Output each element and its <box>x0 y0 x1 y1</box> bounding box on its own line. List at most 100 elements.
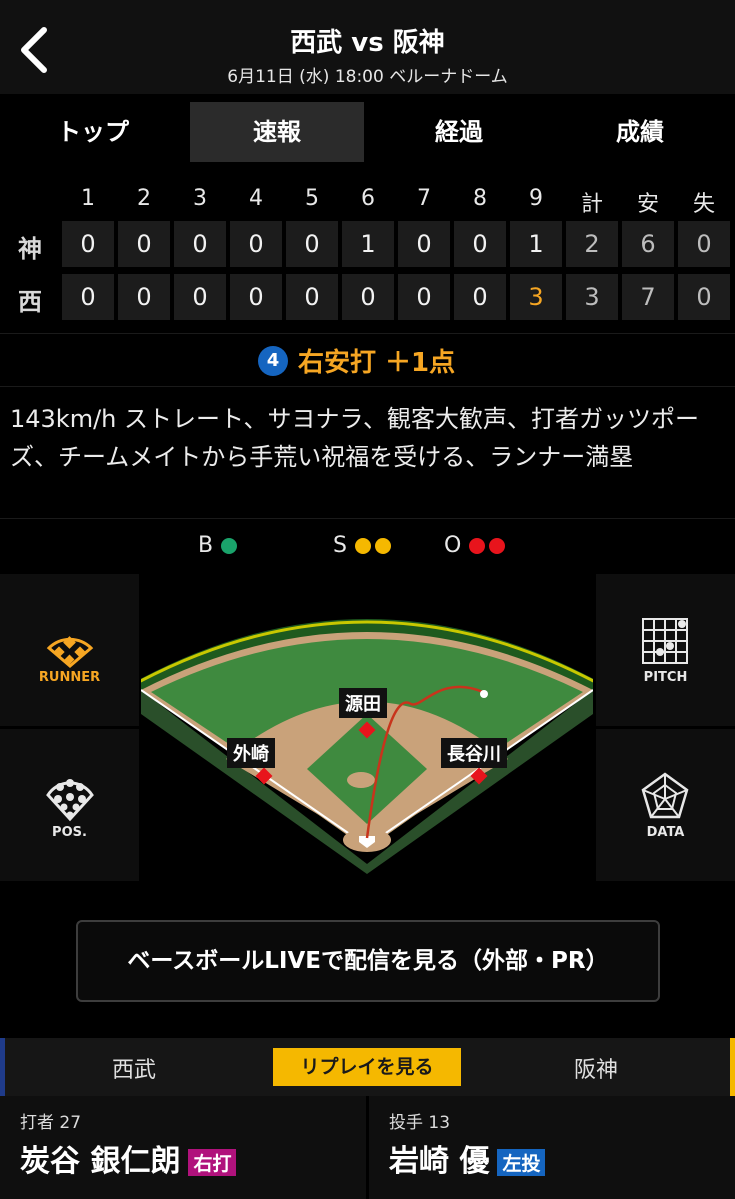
scoreboard-inning-cell: 3 <box>510 274 562 320</box>
ball-count: B S O <box>0 518 735 574</box>
play-result: 4 右安打 ＋1点 <box>0 333 735 387</box>
scoreboard-column-header: 計 <box>580 192 603 217</box>
scoreboard-inning-cell: 0 <box>62 274 114 320</box>
play-description: 143km/h ストレート、サヨナラ、観客大歓声、打者ガッツポーズ、チームメイト… <box>10 405 700 471</box>
batter-hand-badge: 右打 <box>188 1149 237 1176</box>
data-label: DATA <box>646 825 685 840</box>
strike-dots <box>354 537 391 554</box>
out-dot <box>489 537 506 554</box>
strike-dot <box>354 537 371 554</box>
positions-label: POS. <box>52 825 87 840</box>
strike-dot <box>374 537 391 554</box>
scoreboard-inning-cell: 0 <box>286 221 338 267</box>
scoreboard-inning-cell: 1 <box>510 221 562 267</box>
strike-count-indicator: S <box>333 533 391 558</box>
tab-progress[interactable]: 経過 <box>372 102 546 162</box>
batter-name-row: 炭谷 銀仁朗 右打 <box>20 1136 237 1180</box>
teams-bar: 西武 リプレイを見る 阪神 <box>0 1038 735 1096</box>
ball-dot <box>221 537 238 554</box>
replay-button[interactable]: リプレイを見る <box>273 1048 461 1086</box>
batter-role: 打者 27 <box>20 1113 82 1133</box>
play-result-text: 右安打 ＋1点 <box>298 348 456 378</box>
field-diagram <box>141 619 593 882</box>
seibu-color-strip <box>0 1038 5 1096</box>
pitcher-role: 投手 13 <box>389 1113 451 1133</box>
scoreboard-inning-cell: 1 <box>342 221 394 267</box>
scoreboard-total-cell: 2 <box>566 221 618 267</box>
scoreboard-inning-cell: 0 <box>342 274 394 320</box>
runner-diamond-icon <box>46 636 94 668</box>
scoreboard-inning-cell: 0 <box>230 221 282 267</box>
out-count-indicator: O <box>444 533 506 558</box>
tab-live[interactable]: 速報 <box>190 102 364 162</box>
scoreboard-column-header: 3 <box>193 186 207 211</box>
pitcher-hand-badge: 左投 <box>497 1149 546 1176</box>
scoreboard-column-header: 2 <box>137 186 151 211</box>
pitch-button[interactable]: PITCH <box>596 574 735 726</box>
out-dot <box>469 537 486 554</box>
scoreboard-inning-cell: 0 <box>174 221 226 267</box>
scoreboard-inning-cell: 0 <box>118 274 170 320</box>
ball-label: B <box>198 533 214 558</box>
team-right-hanshin[interactable]: 阪神 <box>574 1052 618 1084</box>
runner-button[interactable]: RUNNER <box>0 574 139 726</box>
scoreboard-column-header: 5 <box>305 186 319 211</box>
scoreboard-column-header: 安 <box>636 192 659 217</box>
pitcher-name-row: 岩崎 優左投 <box>389 1136 546 1180</box>
scoreboard-column-header: 6 <box>361 186 375 211</box>
runner-third-name: 外崎 <box>227 738 275 768</box>
watch-live-stream-button[interactable]: ベースボールLIVEで配信を見る（外部・PR） <box>76 920 660 1002</box>
scoreboard-inning-cell: 0 <box>398 221 450 267</box>
scoreboard-inning-cell: 0 <box>62 221 114 267</box>
scoreboard-column-header: 4 <box>249 186 263 211</box>
play-number-badge: 4 <box>258 346 288 376</box>
game-subtitle: 6月11日 (水) 18:00 ベルーナドーム <box>227 67 508 87</box>
scoreboard-inning-cell: 0 <box>454 221 506 267</box>
tab-bar: トップ 速報 経過 成績 <box>0 94 735 170</box>
scoreboard-column-header: 8 <box>473 186 487 211</box>
data-button[interactable]: DATA <box>596 729 735 881</box>
scoreboard-inning-cell: 0 <box>230 274 282 320</box>
scoreboard-total-cell: 0 <box>678 221 730 267</box>
scoreboard-inning-cell: 0 <box>398 274 450 320</box>
radar-chart-icon <box>641 772 689 819</box>
runner-second-name: 源田 <box>339 688 387 718</box>
batter-card[interactable]: 打者 27 炭谷 銀仁朗 右打 <box>0 1096 366 1199</box>
runner-label: RUNNER <box>38 670 101 685</box>
scoreboard-inning-cell: 0 <box>286 274 338 320</box>
team-left-seibu[interactable]: 西武 <box>112 1052 156 1084</box>
hanshin-color-strip <box>730 1038 735 1096</box>
tab-stats[interactable]: 成績 <box>553 102 727 162</box>
scoreboard-total-cell: 0 <box>678 274 730 320</box>
field-area: RUNNER POS. PITCH DATA 源田 外崎 長谷川 <box>0 574 735 882</box>
strike-label: S <box>333 533 347 558</box>
game-title: 西武 vs 阪神 <box>290 28 445 58</box>
scoreboard-column-header: 9 <box>529 186 543 211</box>
ball-count-indicator: B <box>198 533 238 558</box>
runner-first-name: 長谷川 <box>441 738 507 768</box>
scoreboard-column-header: 7 <box>417 186 431 211</box>
positions-button[interactable]: POS. <box>0 729 139 881</box>
scoreboard-column-header: 失 <box>692 192 715 217</box>
ball-dots <box>221 537 238 554</box>
scoreboard-inning-cell: 0 <box>174 274 226 320</box>
scoreboard-team-label: 西 <box>18 288 42 316</box>
scoreboard-team-label: 神 <box>18 235 42 263</box>
positions-icon <box>46 779 94 822</box>
scoreboard-inning-cell: 0 <box>454 274 506 320</box>
out-dots <box>469 537 506 554</box>
tab-top[interactable]: トップ <box>6 102 180 162</box>
out-label: O <box>444 533 462 558</box>
pitcher-card[interactable]: 投手 13 岩崎 優左投 <box>369 1096 735 1199</box>
pitcher-name: 岩崎 優 <box>389 1144 490 1179</box>
matchup-panel: 打者 27 炭谷 銀仁朗 右打 投手 13 岩崎 優左投 <box>0 1096 735 1199</box>
scoreboard-total-cell: 7 <box>622 274 674 320</box>
scoreboard-total-cell: 6 <box>622 221 674 267</box>
batter-name: 炭谷 銀仁朗 <box>20 1144 181 1179</box>
scoreboard-inning-cell: 0 <box>118 221 170 267</box>
baseball-field: 源田 外崎 長谷川 <box>141 574 593 882</box>
pitch-grid-icon <box>642 618 688 664</box>
scoreboard-column-header: 1 <box>81 186 95 211</box>
pitch-label: PITCH <box>643 670 688 685</box>
scoreboard-total-cell: 3 <box>566 274 618 320</box>
